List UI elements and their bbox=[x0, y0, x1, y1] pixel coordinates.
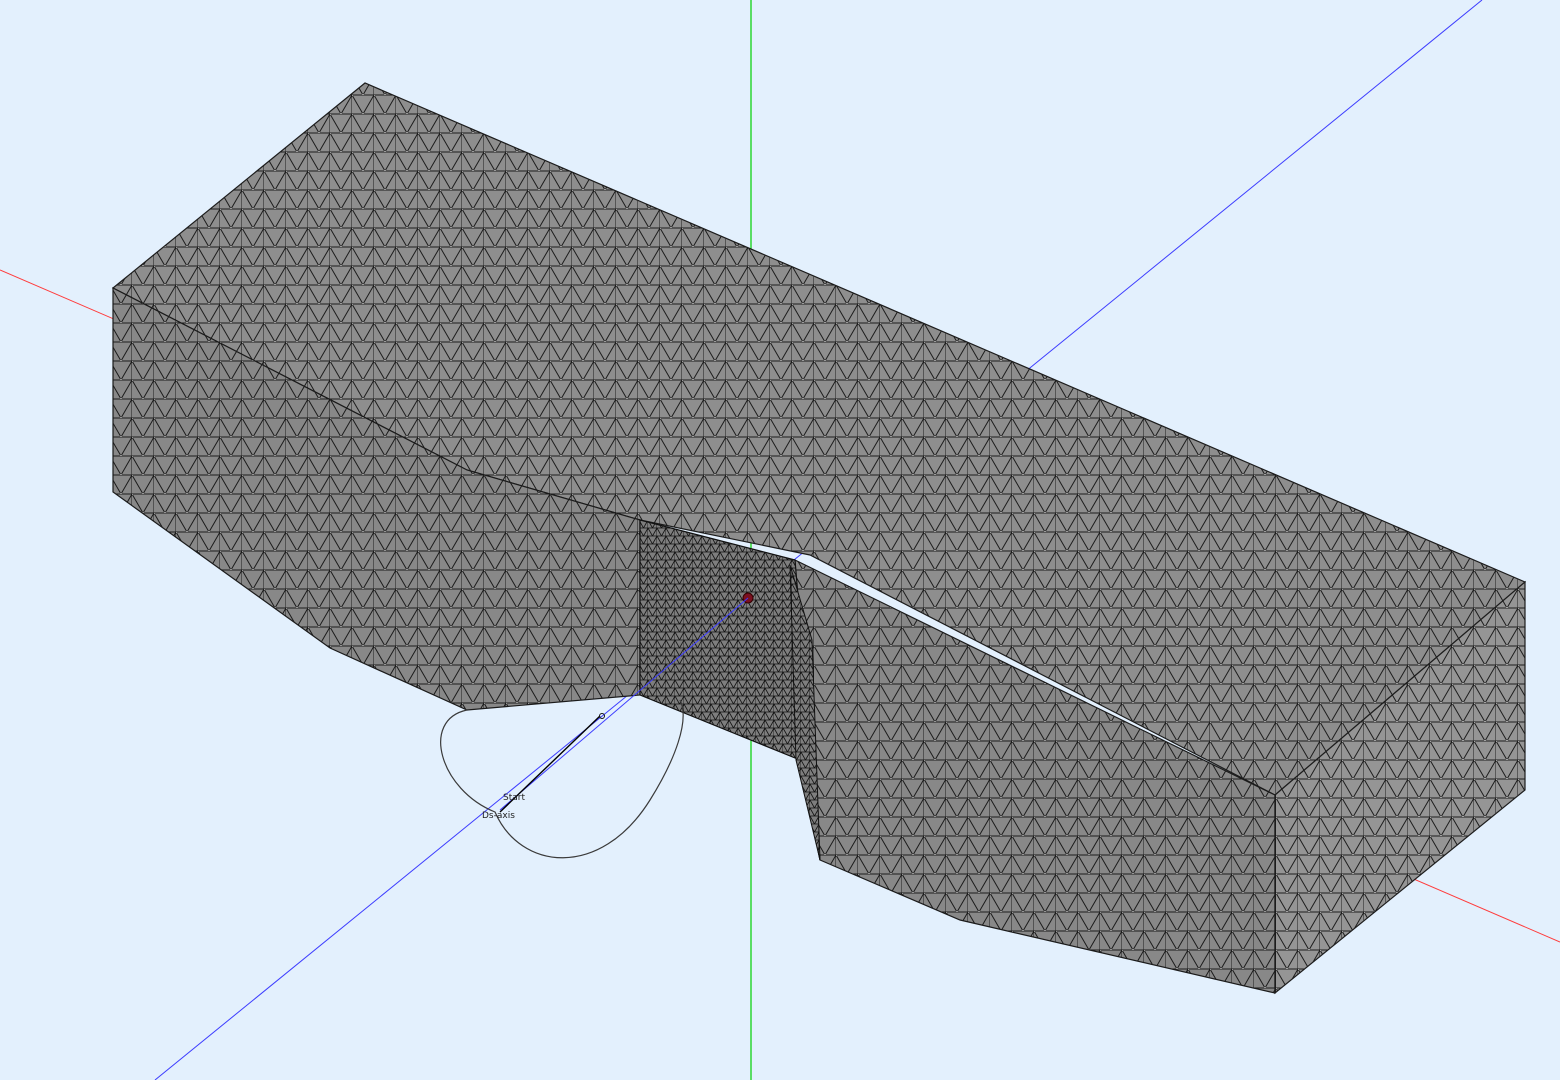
start-label: Start bbox=[503, 793, 525, 803]
mesh-scene[interactable]: Start Ds-axis bbox=[0, 0, 1560, 1080]
integration-contour-curve[interactable] bbox=[440, 699, 684, 859]
3d-viewport[interactable]: Start Ds-axis bbox=[0, 0, 1560, 1080]
mesh-notch-refined-region[interactable] bbox=[639, 519, 821, 861]
axis-label: Ds-axis bbox=[482, 811, 515, 821]
tetrahedral-mesh-body[interactable] bbox=[111, 82, 1527, 995]
